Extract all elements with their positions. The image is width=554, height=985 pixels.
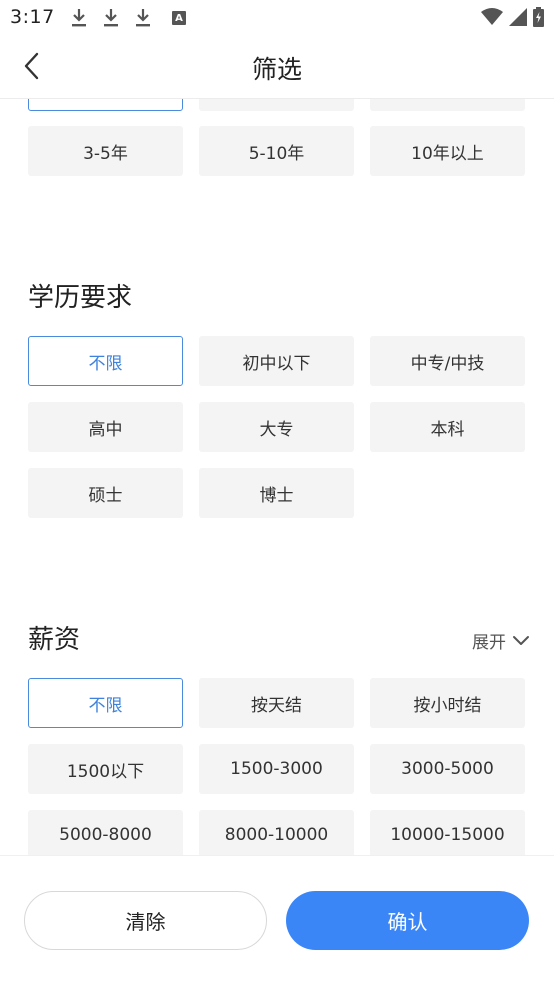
education-chip[interactable]: 博士 [199, 468, 354, 518]
education-chip[interactable]: 初中以下 [199, 336, 354, 386]
salary-expand-toggle[interactable]: 展开 [472, 628, 530, 653]
a-badge-icon: A [172, 11, 186, 25]
confirm-button[interactable]: 确认 [286, 891, 529, 950]
experience-chip[interactable]: 5-10年 [199, 126, 354, 176]
notification-icons: A [70, 8, 186, 28]
chevron-down-icon [513, 635, 529, 645]
bottom-action-bar: 清除 确认 [0, 855, 554, 985]
experience-chip[interactable]: 3-5年 [28, 126, 183, 176]
download-icon [136, 9, 150, 27]
filter-content[interactable]: 3-5年 5-10年 10年以上 学历要求 不限 初中以下 中专/中技 高中 大… [0, 99, 554, 855]
salary-chip[interactable]: 3000-5000 [370, 744, 525, 794]
salary-chip[interactable]: 5000-8000 [28, 810, 183, 855]
experience-chip-partial[interactable] [199, 99, 354, 111]
salary-chip[interactable]: 1500以下 [28, 744, 183, 794]
salary-chip[interactable]: 按天结 [199, 678, 354, 728]
download-icon [104, 9, 118, 27]
status-time: 3:17 [10, 6, 55, 28]
download-icon [72, 9, 86, 27]
education-section-title: 学历要求 [28, 283, 133, 313]
experience-chip-partial[interactable] [370, 99, 525, 111]
page-title: 筛选 [251, 55, 302, 84]
system-icons [481, 7, 544, 27]
salary-chip[interactable]: 10000-15000 [370, 810, 525, 855]
experience-chip-partial[interactable] [28, 99, 183, 111]
salary-chip[interactable]: 1500-3000 [199, 744, 354, 794]
salary-chip-selected[interactable]: 不限 [28, 678, 183, 728]
salary-section-title: 薪资 [28, 625, 81, 655]
education-chip[interactable]: 大专 [199, 402, 354, 452]
nav-bar: 筛选 [0, 36, 554, 99]
battery-charging-icon [533, 7, 544, 27]
education-chip[interactable]: 高中 [28, 402, 183, 452]
experience-chip[interactable]: 10年以上 [370, 126, 525, 176]
expand-label: 展开 [472, 633, 506, 653]
clear-button[interactable]: 清除 [24, 891, 267, 950]
education-chip[interactable]: 本科 [370, 402, 525, 452]
education-chip-selected[interactable]: 不限 [28, 336, 183, 386]
signal-icon [509, 8, 527, 26]
salary-chip[interactable]: 按小时结 [370, 678, 525, 728]
status-bar: 3:17 A [0, 0, 554, 36]
wifi-icon [481, 8, 503, 25]
education-chip[interactable]: 中专/中技 [370, 336, 525, 386]
education-chip[interactable]: 硕士 [28, 468, 183, 518]
salary-chip[interactable]: 8000-10000 [199, 810, 354, 855]
